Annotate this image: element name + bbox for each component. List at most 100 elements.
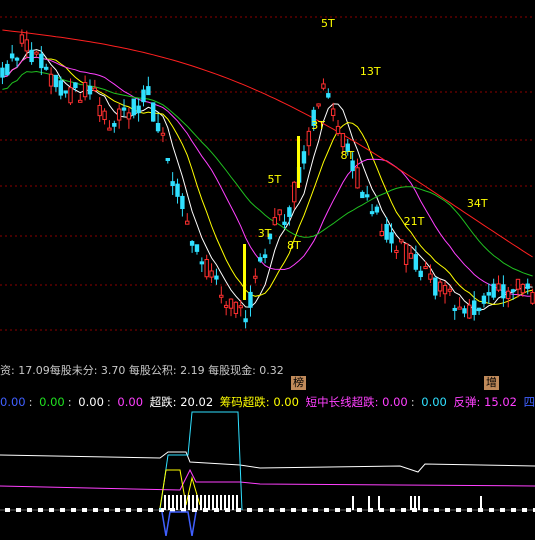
baseline-tick	[522, 508, 527, 512]
stock-chart-panel[interactable]: 5T 13T 3T 8T 5T 3T 8T 21T 34T 资: 17.09每股未分: 3.70…	[0, 0, 535, 537]
candle-body	[228, 298, 234, 309]
candle-body	[126, 112, 132, 120]
candle-body	[442, 284, 448, 295]
candle-body	[204, 259, 209, 278]
baseline-tick	[423, 508, 428, 512]
candle-body	[506, 290, 511, 300]
indicator-bar	[216, 495, 218, 510]
candle-body	[306, 130, 312, 147]
candle-body	[155, 123, 161, 132]
candle-body	[39, 53, 44, 69]
baseline-tick	[16, 508, 21, 512]
candle-body	[326, 93, 331, 98]
candle-body	[243, 318, 248, 323]
candle-body	[29, 49, 34, 63]
candle-body	[19, 34, 25, 44]
candle-body	[53, 74, 59, 88]
candle-body	[491, 283, 496, 298]
chart-annotation: 8T	[340, 149, 354, 162]
candle-body	[394, 249, 399, 253]
indicator-blue-line	[161, 511, 197, 537]
tag-bang[interactable]: 榜	[291, 376, 306, 390]
candle-body	[24, 39, 29, 52]
candle-body	[82, 82, 88, 98]
candle-body	[253, 275, 258, 279]
candle-body	[418, 270, 423, 278]
baseline-tick	[148, 508, 153, 512]
indicator-legend: 0.00: 0.00: 0.00: 0.00 超跌: 20.02 筹码超跌: 0…	[0, 395, 535, 409]
candle-body	[112, 123, 117, 127]
indicator-choumachaodie: 筹码超跌: 0.00	[219, 395, 299, 409]
candle-body	[423, 266, 428, 270]
candle-body	[44, 66, 49, 70]
candle-body	[408, 252, 414, 259]
candle-body	[189, 241, 195, 246]
baseline-tick	[71, 508, 76, 512]
candle-body	[437, 281, 443, 292]
candle-body	[433, 277, 438, 296]
indicator-bar	[352, 496, 354, 510]
indicator-v1: 0.00	[0, 395, 26, 409]
candle-body	[14, 57, 20, 61]
baseline-tick	[27, 508, 32, 512]
candle-body	[355, 167, 360, 189]
indicator-bar	[192, 495, 194, 510]
candle-body	[87, 85, 93, 95]
baseline-tick	[489, 508, 494, 512]
indicator-v8: 0.00	[421, 395, 447, 409]
candle-body	[0, 67, 5, 78]
candle-body	[316, 103, 321, 107]
candlestick-chart[interactable]: 5T 13T 3T 8T 5T 3T 8T 21T 34T	[0, 0, 535, 537]
indicator-bar	[188, 495, 190, 510]
candle-body	[248, 291, 253, 308]
candle-body	[321, 83, 326, 89]
baseline-tick	[126, 508, 131, 512]
candle-body	[403, 243, 409, 265]
baseline-tick	[434, 508, 439, 512]
baseline-tick	[500, 508, 505, 512]
candle-body	[92, 87, 98, 92]
indicator-bar	[180, 495, 182, 510]
baseline-tick	[247, 508, 252, 512]
candle-body	[467, 304, 472, 319]
indicator-bar	[368, 496, 370, 510]
tag-zeng[interactable]: 增	[484, 376, 499, 390]
fundamental-cash: 每股现金: 0.32	[208, 364, 284, 377]
indicator-bar	[414, 496, 416, 510]
candle-body	[452, 307, 457, 311]
candle-body	[194, 244, 200, 252]
candle-body	[165, 158, 170, 162]
indicator-v3: 0.00	[78, 395, 104, 409]
indicator-bar	[228, 495, 230, 510]
baseline-tick	[390, 508, 395, 512]
candle-body	[131, 98, 136, 116]
candle-body	[160, 132, 166, 136]
baseline-tick	[357, 508, 362, 512]
indicator-magenta-line	[0, 468, 535, 491]
baseline-tick	[258, 508, 263, 512]
ma60-line	[2, 29, 533, 258]
candle-body	[58, 80, 63, 96]
candle-body	[462, 308, 467, 314]
candle-body	[486, 292, 491, 296]
indicator-fantan: 反弹: 15.02	[453, 395, 517, 409]
candle-body	[413, 254, 419, 270]
baseline-tick	[137, 508, 142, 512]
candle-body	[330, 108, 336, 116]
candle-body	[457, 306, 462, 310]
indicator-subchart	[0, 411, 535, 537]
indicator-bar	[184, 495, 186, 510]
baseline-tick	[104, 508, 109, 512]
baseline-tick	[280, 508, 285, 512]
baseline-tick	[60, 508, 65, 512]
indicator-bar	[480, 496, 482, 510]
candle-body	[277, 209, 282, 216]
baseline-tick	[5, 508, 10, 512]
candle-body	[258, 257, 263, 262]
candle-body	[520, 283, 526, 294]
candle-body	[185, 220, 190, 225]
indicator-bar	[220, 495, 222, 510]
candle-body	[510, 289, 516, 293]
baseline-tick	[401, 508, 406, 512]
moving-average-lines	[2, 29, 533, 311]
